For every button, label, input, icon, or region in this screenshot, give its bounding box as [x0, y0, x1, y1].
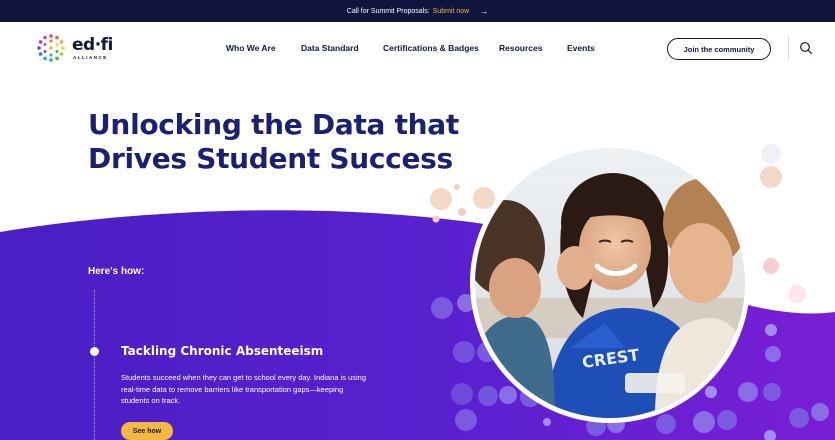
nav-events[interactable]: Events: [567, 43, 595, 53]
hero-title-line-1: Unlocking the Data that: [88, 108, 459, 141]
timeline-line: [94, 290, 96, 440]
nav-data-standard[interactable]: Data Standard: [301, 43, 359, 53]
edfi-logo[interactable]: ed·fi ALLIANCE: [34, 32, 124, 64]
arrow-right-icon[interactable]: →: [480, 7, 488, 16]
nav-divider: [788, 36, 789, 60]
search-icon[interactable]: [799, 41, 813, 55]
logo-wordmark: ed·fi: [72, 35, 113, 55]
story-description: Students succeed when they can get to sc…: [121, 373, 367, 405]
hero-photo: CREST: [475, 148, 745, 418]
announcement-bar: Call for Summit Proposals: Submit now →: [0, 0, 835, 22]
hows-label: Here's how:: [88, 266, 145, 277]
timeline-dot[interactable]: [90, 347, 99, 356]
hero-photo-frame: CREST: [470, 143, 750, 423]
logo-burst-icon: [37, 34, 65, 62]
nav-who-we-are[interactable]: Who We Are: [226, 43, 276, 53]
announcement-text: Call for Summit Proposals:: [346, 7, 430, 15]
students-photo-illustration: CREST: [475, 148, 745, 418]
story-title: Tackling Chronic Absenteeism: [121, 344, 324, 358]
hero-title-line-2: Drives Student Success: [88, 142, 453, 175]
join-community-button[interactable]: Join the community: [667, 38, 771, 60]
nav-resources[interactable]: Resources: [499, 43, 542, 53]
hero-title: Unlocking the Data that Drives Student S…: [88, 108, 459, 176]
logo-subtitle: ALLIANCE: [73, 55, 108, 60]
submit-now-link[interactable]: Submit now: [433, 8, 470, 15]
see-how-button[interactable]: See how: [121, 422, 173, 440]
nav-certifications-badges[interactable]: Certifications & Badges: [383, 43, 479, 53]
main-nav: ed·fi ALLIANCE Who We Are Data Standard …: [0, 22, 835, 74]
